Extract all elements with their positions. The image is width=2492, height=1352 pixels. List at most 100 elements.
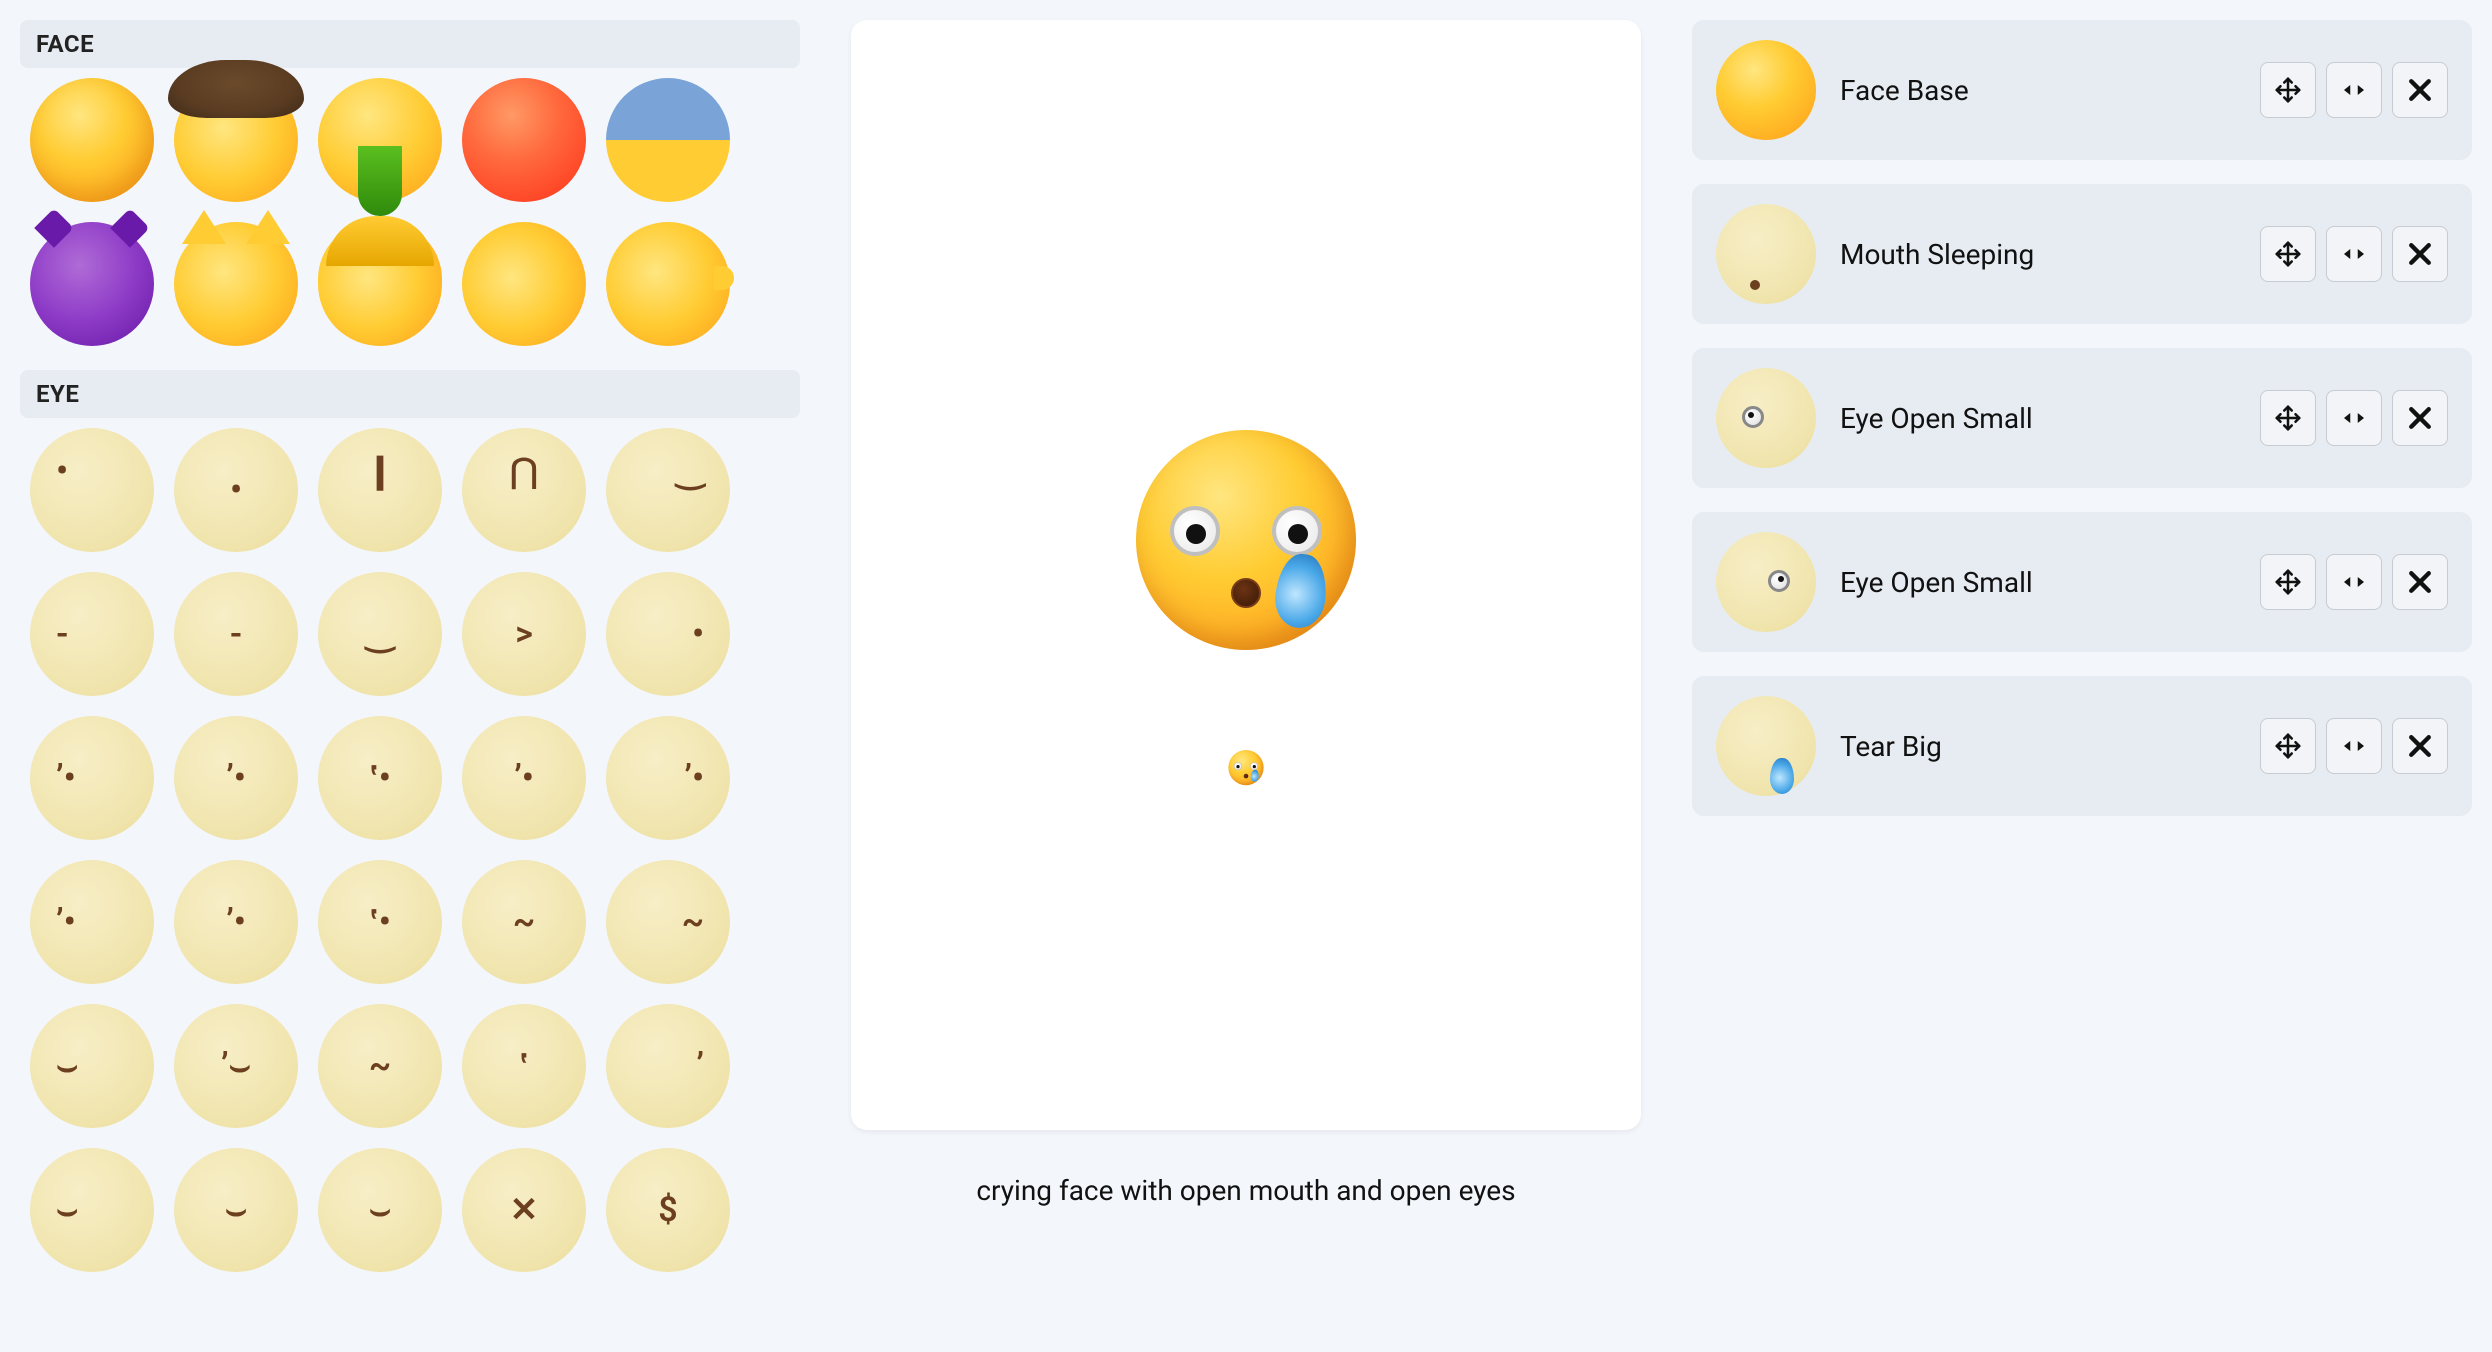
- layer-controls: [2260, 62, 2448, 118]
- palette-eye-r1-c4[interactable]: •: [606, 572, 730, 696]
- palette-eye-r3-c2[interactable]: ʽ•: [318, 860, 442, 984]
- palette-eye-r0-c1[interactable]: •: [174, 428, 298, 552]
- palette-eye-r3-c3[interactable]: ~: [462, 860, 586, 984]
- eye-mark-icon: ⌣: [225, 1193, 247, 1227]
- layer-row[interactable]: Eye Open Small: [1692, 348, 2472, 488]
- eye-mark-icon: ❙: [366, 454, 395, 488]
- eye-mark-icon: ʼ•: [684, 761, 704, 795]
- move-button[interactable]: [2260, 62, 2316, 118]
- eye-mark-icon: ~: [369, 1049, 391, 1083]
- remove-button[interactable]: [2392, 390, 2448, 446]
- palette-eye-r0-c3[interactable]: ⋂: [462, 428, 586, 552]
- palette-eye-r1-c1[interactable]: -: [174, 572, 298, 696]
- palette-eye-r4-c2[interactable]: ~: [318, 1004, 442, 1128]
- layer-row[interactable]: Tear Big: [1692, 676, 2472, 816]
- palette-face-face-cowboy[interactable]: [174, 78, 298, 202]
- eye-mark-icon: ✕: [510, 1193, 539, 1227]
- layers-panel: Face Base Mouth Sleeping Eye Open Small Eye…: [1692, 20, 2472, 1332]
- palette-eye-r1-c3[interactable]: >: [462, 572, 586, 696]
- palette-face-face-head[interactable]: [606, 222, 730, 346]
- palette-eye-r2-c0[interactable]: ʼ•: [30, 716, 154, 840]
- remove-button[interactable]: [2392, 554, 2448, 610]
- palette-panel: FACE EYE ••❙⋂‿--‿>•ʼ•ʼ•ʽ•ʼ•ʼ•ʼ•ʼ•ʽ•~~⌣ʼ⌣…: [20, 20, 800, 1332]
- palette-eye-r1-c0[interactable]: -: [30, 572, 154, 696]
- remove-button[interactable]: [2392, 226, 2448, 282]
- canvas-caption: crying face with open mouth and open eye…: [976, 1174, 1515, 1207]
- preview-emoji-small: [1228, 750, 1263, 785]
- emoji-canvas[interactable]: [851, 20, 1641, 1130]
- eye-mark-icon: •: [692, 617, 704, 651]
- layer-row[interactable]: Mouth Sleeping: [1692, 184, 2472, 324]
- palette-face-face-cat[interactable]: [174, 222, 298, 346]
- eye-palette-grid: ••❙⋂‿--‿>•ʼ•ʼ•ʽ•ʼ•ʼ•ʼ•ʼ•ʽ•~~⌣ʼ⌣~ʽʼ⌣⌣⌣✕$: [20, 428, 800, 1296]
- layer-controls: [2260, 718, 2448, 774]
- eye-mark-icon: ʽ•: [369, 761, 391, 795]
- eye-mark-icon: ʼ⌣: [221, 1049, 251, 1083]
- palette-eye-r3-c1[interactable]: ʼ•: [174, 860, 298, 984]
- palette-eye-r5-c3[interactable]: ✕: [462, 1148, 586, 1272]
- palette-eye-r5-c1[interactable]: ⌣: [174, 1148, 298, 1272]
- palette-face-face-person1[interactable]: [318, 222, 442, 346]
- flip-button[interactable]: [2326, 390, 2382, 446]
- palette-eye-r0-c4[interactable]: ‿: [606, 428, 730, 552]
- eye-mark-icon: ʼ•: [56, 905, 76, 939]
- remove-button[interactable]: [2392, 62, 2448, 118]
- face-section-header: FACE: [20, 20, 800, 68]
- face-palette-grid: [20, 78, 800, 370]
- palette-eye-r2-c4[interactable]: ʼ•: [606, 716, 730, 840]
- eye-mark-icon: ʼ•: [514, 761, 534, 795]
- palette-eye-r3-c4[interactable]: ~: [606, 860, 730, 984]
- flip-button[interactable]: [2326, 62, 2382, 118]
- preview-tear: [1272, 552, 1329, 631]
- layer-thumb-icon: [1716, 368, 1816, 468]
- flip-button[interactable]: [2326, 226, 2382, 282]
- palette-face-face-angry[interactable]: [462, 78, 586, 202]
- palette-eye-r2-c3[interactable]: ʼ•: [462, 716, 586, 840]
- palette-face-face-half[interactable]: [606, 78, 730, 202]
- layer-label: Tear Big: [1840, 730, 2236, 763]
- layer-thumb-icon: [1716, 40, 1816, 140]
- eye-mark-icon: •: [56, 454, 68, 488]
- palette-eye-r0-c2[interactable]: ❙: [318, 428, 442, 552]
- palette-face-face-vomit[interactable]: [318, 78, 442, 202]
- layer-row[interactable]: Face Base: [1692, 20, 2472, 160]
- palette-eye-r4-c3[interactable]: ʽ: [462, 1004, 586, 1128]
- palette-eye-r4-c0[interactable]: ⌣: [30, 1004, 154, 1128]
- flip-button[interactable]: [2326, 554, 2382, 610]
- move-button[interactable]: [2260, 390, 2316, 446]
- palette-face-face-base[interactable]: [30, 78, 154, 202]
- palette-eye-r5-c4[interactable]: $: [606, 1148, 730, 1272]
- layer-row[interactable]: Eye Open Small: [1692, 512, 2472, 652]
- layer-thumb-icon: [1716, 696, 1816, 796]
- palette-eye-r0-c0[interactable]: •: [30, 428, 154, 552]
- layer-controls: [2260, 554, 2448, 610]
- eye-mark-icon: ʽ: [519, 1049, 528, 1083]
- palette-eye-r1-c2[interactable]: ‿: [318, 572, 442, 696]
- eye-mark-icon: ʼ•: [56, 761, 76, 795]
- eye-mark-icon: ⌣: [56, 1193, 78, 1227]
- move-button[interactable]: [2260, 554, 2316, 610]
- eye-mark-icon: -: [230, 617, 242, 651]
- palette-face-face-imp[interactable]: [30, 222, 154, 346]
- palette-eye-r4-c4[interactable]: ʼ: [606, 1004, 730, 1128]
- move-button[interactable]: [2260, 226, 2316, 282]
- palette-eye-r5-c2[interactable]: ⌣: [318, 1148, 442, 1272]
- layer-thumb-icon: [1716, 532, 1816, 632]
- eye-mark-icon: >: [515, 617, 533, 651]
- palette-eye-r2-c2[interactable]: ʽ•: [318, 716, 442, 840]
- preview-emoji[interactable]: [1136, 430, 1356, 650]
- flip-button[interactable]: [2326, 718, 2382, 774]
- eye-mark-icon: $: [658, 1193, 677, 1227]
- palette-eye-r2-c1[interactable]: ʼ•: [174, 716, 298, 840]
- eye-mark-icon: ⋂: [510, 454, 538, 488]
- preview-eye-right: [1272, 506, 1322, 556]
- remove-button[interactable]: [2392, 718, 2448, 774]
- layer-label: Face Base: [1840, 74, 2236, 107]
- layer-label: Mouth Sleeping: [1840, 238, 2236, 271]
- eye-mark-icon: ʽ•: [369, 905, 391, 939]
- move-button[interactable]: [2260, 718, 2316, 774]
- palette-eye-r4-c1[interactable]: ʼ⌣: [174, 1004, 298, 1128]
- palette-eye-r3-c0[interactable]: ʼ•: [30, 860, 154, 984]
- palette-eye-r5-c0[interactable]: ⌣: [30, 1148, 154, 1272]
- palette-face-face-person2[interactable]: [462, 222, 586, 346]
